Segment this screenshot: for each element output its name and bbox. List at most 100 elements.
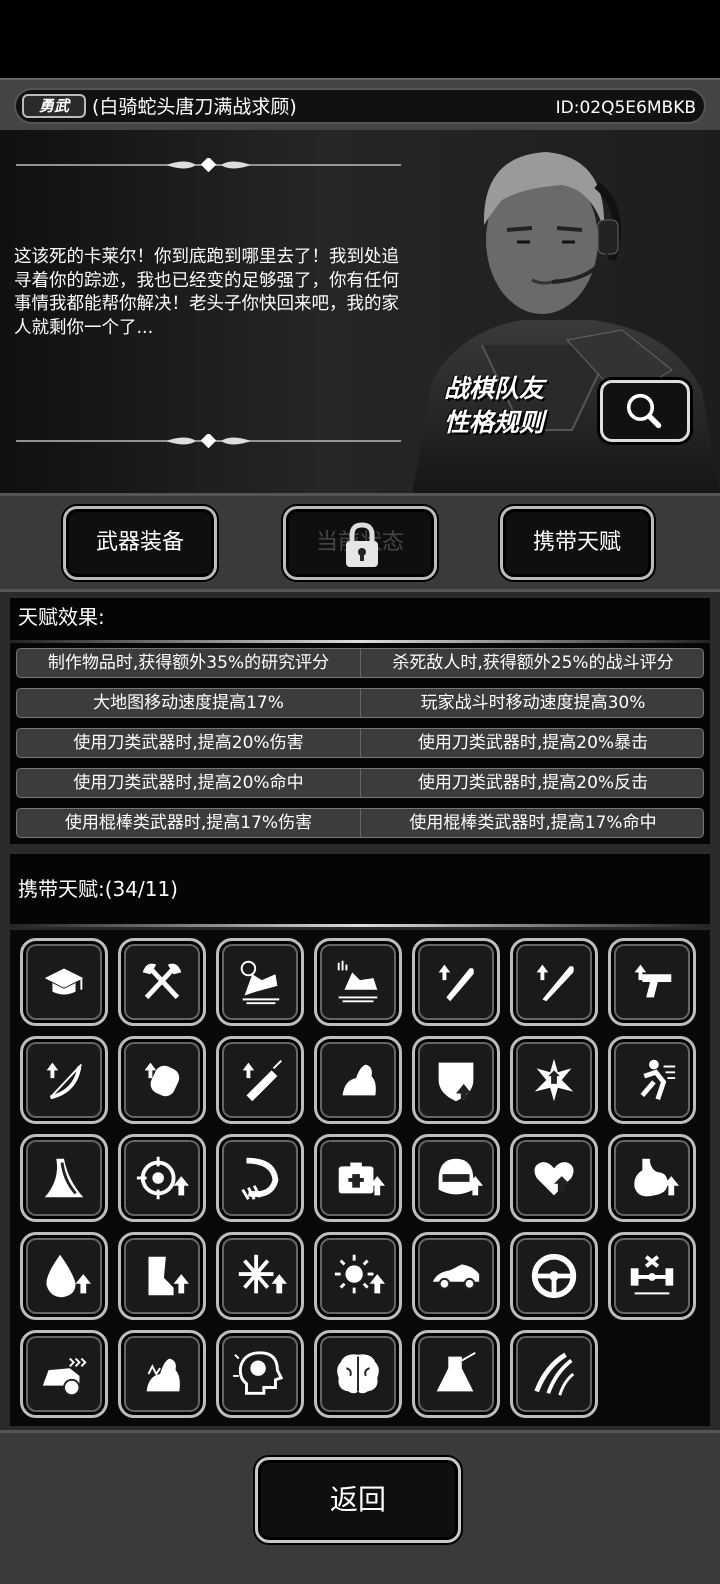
shield-up-icon: [438, 1062, 474, 1102]
talent-slot[interactable]: [510, 1134, 598, 1222]
stomach-up-icon: [634, 1158, 679, 1197]
talent-slot[interactable]: [510, 938, 598, 1026]
steering-wheel-icon: [531, 1253, 577, 1299]
talent-slot[interactable]: [608, 938, 696, 1026]
syringe-up-icon: [242, 1060, 282, 1102]
talent-slot[interactable]: [510, 1036, 598, 1124]
talent-effects-title: 天赋效果:: [18, 605, 105, 629]
bottom-ornament-divider: [16, 434, 401, 448]
bottom-bar: 返回: [0, 1430, 720, 1584]
tab-locked[interactable]: 当前状态: [283, 506, 437, 580]
tab-talents[interactable]: 携带天赋: [500, 506, 654, 580]
talent-slot[interactable]: [20, 938, 108, 1026]
talent-slot[interactable]: [314, 1330, 402, 1418]
rules-search-button[interactable]: [600, 380, 690, 442]
talent-slot[interactable]: [118, 1134, 206, 1222]
hook-claw-icon: [241, 1157, 279, 1200]
carried-talents-title: 携带天赋:(34/11): [18, 877, 178, 901]
bat-up-icon: [536, 964, 574, 1002]
effect-text: 使用刀类武器时,提高20%命中: [17, 769, 361, 797]
effect-text: 使用刀类武器时,提高20%反击: [417, 773, 649, 793]
talent-slot[interactable]: [118, 938, 206, 1026]
talent-icon-grid: [10, 930, 710, 1426]
effect-text: 使用棍棒类武器时,提高17%命中: [409, 813, 657, 833]
machete-up-icon: [438, 964, 474, 1002]
talent-slot[interactable]: [412, 1134, 500, 1222]
talent-slot[interactable]: [314, 1232, 402, 1320]
talent-slot[interactable]: [216, 938, 304, 1026]
effect-row: 使用刀类武器时,提高20%伤害 使用刀类武器时,提高20%暴击: [16, 728, 704, 758]
effect-row: 使用刀类武器时,提高20%命中 使用刀类武器时,提高20%反击: [16, 768, 704, 798]
effect-text: 制作物品时,获得额外35%的研究评分: [17, 649, 361, 677]
talent-slot[interactable]: [608, 1134, 696, 1222]
talent-slot[interactable]: [510, 1232, 598, 1320]
lock-icon: [346, 522, 378, 567]
talent-slot[interactable]: [412, 1036, 500, 1124]
carried-talents-panel: 携带天赋:(34/11): [0, 848, 720, 1430]
talent-slot[interactable]: [216, 1036, 304, 1124]
sun-up-icon: [334, 1254, 385, 1294]
story-text: 这该死的卡莱尔！你到底跑到哪里去了！我到处追寻着你的踪迹，我也已经变的足够强了，…: [14, 247, 399, 338]
brain-icon: [337, 1354, 379, 1394]
snowflake-up-icon: [238, 1254, 287, 1294]
talent-slot[interactable]: [314, 1036, 402, 1124]
foot-speed-icon: [337, 960, 378, 1003]
arm-strength-icon: [342, 1064, 376, 1096]
divider: [10, 640, 710, 643]
effect-text: 大地图移动速度提高17%: [17, 689, 361, 717]
carried-talents-header: 携带天赋:(34/11): [10, 854, 710, 924]
effect-text: 杀死敌人时,获得额外25%的战斗评分: [392, 653, 674, 673]
talent-slot[interactable]: [20, 1036, 108, 1124]
crossed-axes-icon: [142, 963, 182, 1000]
talent-slot[interactable]: [20, 1232, 108, 1320]
talent-slot[interactable]: [118, 1036, 206, 1124]
top-ornament-divider: [16, 158, 401, 172]
leg-up-icon: [148, 1256, 189, 1296]
tab-weapons[interactable]: 武器装备: [63, 506, 217, 580]
talent-slot[interactable]: [216, 1134, 304, 1222]
talent-slot[interactable]: [412, 1232, 500, 1320]
teammate-rules-label: 战棋队友 性格规则: [444, 372, 594, 440]
graduation-cap-icon: [44, 968, 84, 995]
effect-row: 大地图移动速度提高17% 玩家战斗时移动速度提高30%: [16, 688, 704, 718]
magnifier-icon: [626, 393, 662, 429]
talent-slot[interactable]: [216, 1232, 304, 1320]
clock-speed-icon: [240, 960, 280, 1005]
head-brain-icon: [233, 1351, 284, 1395]
talent-slot[interactable]: [314, 938, 402, 1026]
story-panel: 这该死的卡莱尔！你到底跑到哪里去了！我到处追寻着你的踪迹，我也已经变的足够强了，…: [0, 130, 720, 496]
talent-slot[interactable]: [216, 1330, 304, 1418]
helmet-up-icon: [438, 1158, 483, 1196]
effect-text: 使用刀类武器时,提高20%暴击: [417, 733, 649, 753]
talent-slot[interactable]: [412, 938, 500, 1026]
talent-slot[interactable]: [510, 1330, 598, 1418]
effect-text: 使用棍棒类武器时,提高17%伤害: [17, 809, 361, 837]
talent-slot[interactable]: [608, 1036, 696, 1124]
sports-car-icon: [432, 1264, 480, 1290]
talent-slot[interactable]: [118, 1232, 206, 1320]
talent-slot[interactable]: [20, 1330, 108, 1418]
axle-tools-icon: [630, 1255, 674, 1295]
talent-effects-list: 天赋效果: 制作物品时,获得额外35%的研究评分 杀死敌人时,获得额外25%的战…: [10, 598, 710, 844]
target-up-icon: [136, 1156, 189, 1200]
header-bar: 勇武 (白骑蛇头唐刀满战求顾) ID:02Q5E6MBKB: [0, 78, 720, 130]
talent-slot[interactable]: [20, 1134, 108, 1222]
character-nameplate: 勇武 (白骑蛇头唐刀满战求顾) ID:02Q5E6MBKB: [14, 88, 706, 124]
dodge-run-icon: [640, 1059, 676, 1101]
effect-text: 玩家战斗时移动速度提高30%: [420, 693, 646, 713]
bow-up-icon: [46, 1062, 83, 1100]
talent-slot[interactable]: [412, 1330, 500, 1418]
arm-fire-icon: [146, 1358, 180, 1392]
drop-up-icon: [46, 1254, 91, 1298]
character-id: ID:02Q5E6MBKB: [555, 98, 696, 118]
talent-slot[interactable]: [608, 1232, 696, 1320]
talent-slot[interactable]: [314, 1134, 402, 1222]
road-icon: [44, 1158, 84, 1198]
effect-row: 制作物品时,获得额外35%的研究评分 杀死敌人时,获得额外25%的战斗评分: [16, 648, 704, 678]
effect-text: 使用刀类武器时,提高20%伤害: [17, 729, 361, 757]
scratch-marks-icon: [534, 1352, 575, 1396]
crit-burst-icon: [534, 1058, 574, 1102]
talent-slot[interactable]: [118, 1330, 206, 1418]
back-button[interactable]: 返回: [255, 1457, 461, 1543]
glove-up-icon: [144, 1062, 180, 1097]
